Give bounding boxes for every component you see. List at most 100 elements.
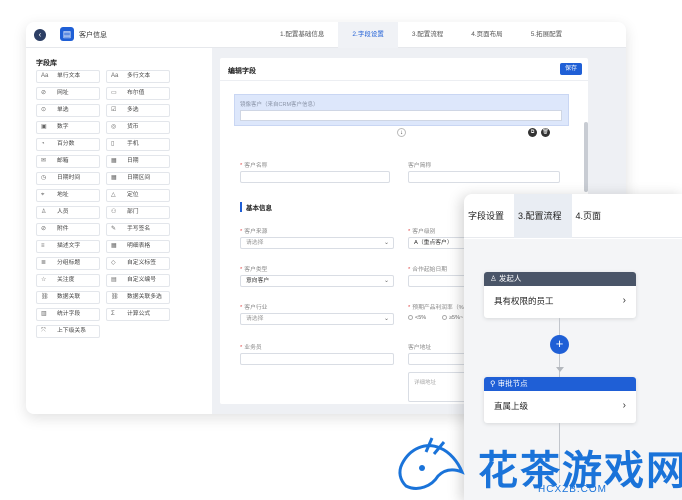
field-type-item[interactable]: ⊘ 附件 [36, 223, 100, 236]
field-type-label: 附件 [57, 226, 69, 232]
field-type-item[interactable]: ⤧ 上下级关系 [36, 325, 100, 338]
step-tab-basic[interactable]: 1.配置基础信息 [266, 22, 338, 48]
field-type-item[interactable]: ⊘ 网址 [36, 87, 100, 100]
chevron-down-icon: ⌄ [383, 316, 389, 322]
app-title: 客户信息 [79, 32, 107, 39]
rate-option-1[interactable]: <5% [408, 315, 426, 321]
field-type-label: 定位 [127, 192, 139, 198]
field-type-item[interactable]: Aa 单行文本 [36, 70, 100, 83]
scrollbar[interactable] [584, 122, 588, 192]
field-type-item[interactable]: ▯ 手机 [106, 138, 170, 151]
watermark-logo-icon [398, 437, 465, 490]
field-type-icon: ▯ [111, 141, 115, 147]
field-type-icon: ♙ [41, 209, 47, 215]
field-type-item[interactable]: ⚇ 部门 [106, 206, 170, 219]
mirror-customer-field[interactable]: 镜像客户（来自CRM客户信息） [234, 94, 569, 126]
watermark: 花茶游戏网 HCXZB.COM [392, 434, 682, 500]
step-tab-layout[interactable]: 4.页面布局 [457, 22, 516, 48]
flow-tab-layout[interactable]: 4.页面 [572, 194, 612, 238]
source-select[interactable]: 请选择 ⌄ [240, 237, 394, 249]
field-type-item[interactable]: ▣ 数字 [36, 121, 100, 134]
field-type-item[interactable]: ▭ 布尔值 [106, 87, 170, 100]
field-type-item[interactable]: ⊙ 单选 [36, 104, 100, 117]
field-type-item[interactable]: ▦ 日期 [106, 155, 170, 168]
field-type-item[interactable]: ⛓ 数据关联多选 [106, 291, 170, 304]
rate-option-2[interactable]: ≥5%~ [442, 315, 463, 321]
approve-node[interactable]: ⚲ 审批节点 直属上级 › [484, 377, 636, 423]
field-type-icon: ▦ [111, 158, 117, 164]
field-type-item[interactable]: ◔ 百分数 [36, 138, 100, 151]
editor-title: 编辑字段 [228, 68, 256, 75]
flow-tab-config[interactable]: 3.配置流程 [514, 194, 572, 238]
flow-tab-fields[interactable]: 字段设置 [464, 194, 514, 238]
approve-node-body: 直属上级 › [484, 391, 636, 423]
copy-icon[interactable]: ⧉ [528, 128, 537, 137]
field-type-item[interactable]: ≣ 分组标题 [36, 257, 100, 270]
field-type-item[interactable]: △ 定位 [106, 189, 170, 202]
save-button[interactable]: 保存 [560, 63, 582, 75]
mirror-customer-label: 镜像客户（来自CRM客户信息） [240, 102, 319, 108]
start-node-body: 具有权限的员工 › [484, 286, 636, 318]
field-type-item[interactable]: ◎ 货币 [106, 121, 170, 134]
field-type-label: 部门 [127, 209, 139, 215]
step-tab-fields[interactable]: 2.字段设置 [338, 22, 398, 48]
field-type-item[interactable]: ◷ 日期时间 [36, 172, 100, 185]
approve-node-header: ⚲ 审批节点 [484, 377, 636, 391]
field-type-item[interactable]: ▦ 明细表格 [106, 240, 170, 253]
mirror-customer-input[interactable] [240, 110, 562, 121]
field-type-icon: ≡ [41, 243, 45, 249]
field-type-item[interactable]: ▦ 日期区间 [106, 172, 170, 185]
field-type-item[interactable]: ✉ 邮箱 [36, 155, 100, 168]
field-type-label: 计算公式 [127, 311, 151, 317]
field-type-icon: ⊘ [41, 90, 47, 96]
field-type-item[interactable]: Σ 计算公式 [106, 308, 170, 321]
add-node-button[interactable]: + [550, 335, 569, 354]
field-type-item[interactable]: ⌖ 地址 [36, 189, 100, 202]
field-type-item[interactable]: ✎ 手写签名 [106, 223, 170, 236]
field-type-icon: Aa [41, 73, 49, 79]
field-type-icon: ◔ [41, 141, 45, 147]
step-tab-flow[interactable]: 3.配置流程 [398, 22, 457, 48]
field-type-item[interactable]: ⛓ 数据关联 [36, 291, 100, 304]
field-type-icon: Σ [111, 311, 115, 317]
field-type-icon: ⌖ [41, 192, 45, 198]
field-type-item[interactable]: ▥ 统计字段 [36, 308, 100, 321]
field-type-icon: ▤ [111, 277, 117, 283]
industry-select[interactable]: 请选择 ⌄ [240, 313, 394, 325]
field-type-label: 统计字段 [57, 311, 81, 317]
field-type-label: 日期 [127, 158, 139, 164]
step-tabs: 1.配置基础信息 2.字段设置 3.配置流程 4.页面布局 5.拓展配置 [266, 22, 576, 48]
field-type-item[interactable]: ☆ 关注度 [36, 274, 100, 287]
start-date-label: * 合作起始日期 [408, 267, 448, 273]
field-type-icon: ⛓ [41, 294, 49, 300]
type-select[interactable]: 意向客户 ⌄ [240, 275, 394, 287]
field-type-icon: ▣ [41, 124, 47, 130]
field-type-item[interactable]: ♙ 人员 [36, 206, 100, 219]
delete-icon[interactable]: 🗑 [541, 128, 550, 137]
back-icon[interactable]: ‹ [34, 29, 46, 41]
top-bar: ‹ ▤ 客户信息 1.配置基础信息 2.字段设置 3.配置流程 4.页面布局 5… [26, 22, 626, 48]
field-type-icon: ◎ [111, 124, 117, 130]
field-type-label: 网址 [57, 90, 69, 96]
start-node[interactable]: ♙ 发起人 具有权限的员工 › [484, 272, 636, 318]
customer-short-input[interactable] [408, 171, 560, 183]
field-type-item[interactable]: ☑ 多选 [106, 104, 170, 117]
type-label: * 客户类型 [240, 267, 268, 273]
field-type-icon: ▥ [41, 311, 47, 317]
watermark-url: HCXZB.COM [538, 484, 607, 495]
field-type-icon: ▭ [111, 90, 117, 96]
field-type-icon: Aa [111, 73, 119, 79]
customer-name-input[interactable] [240, 171, 390, 183]
salesman-input[interactable] [240, 353, 394, 365]
field-type-item[interactable]: ◇ 自定义标签 [106, 257, 170, 270]
move-down-icon[interactable]: ↓ [397, 128, 406, 137]
field-type-item[interactable]: ▤ 自定义编号 [106, 274, 170, 287]
industry-label: * 客户行业 [240, 305, 268, 311]
field-type-item[interactable]: ≡ 描述文字 [36, 240, 100, 253]
field-type-item[interactable]: Aa 多行文本 [106, 70, 170, 83]
field-type-icon: ≣ [41, 260, 47, 266]
salesman-label: * 业务员 [240, 345, 262, 351]
customer-name-label: * 客户名称 [240, 163, 268, 169]
step-tab-extend[interactable]: 5.拓展配置 [517, 22, 576, 48]
section-basic-info: 基本信息 [240, 202, 272, 212]
